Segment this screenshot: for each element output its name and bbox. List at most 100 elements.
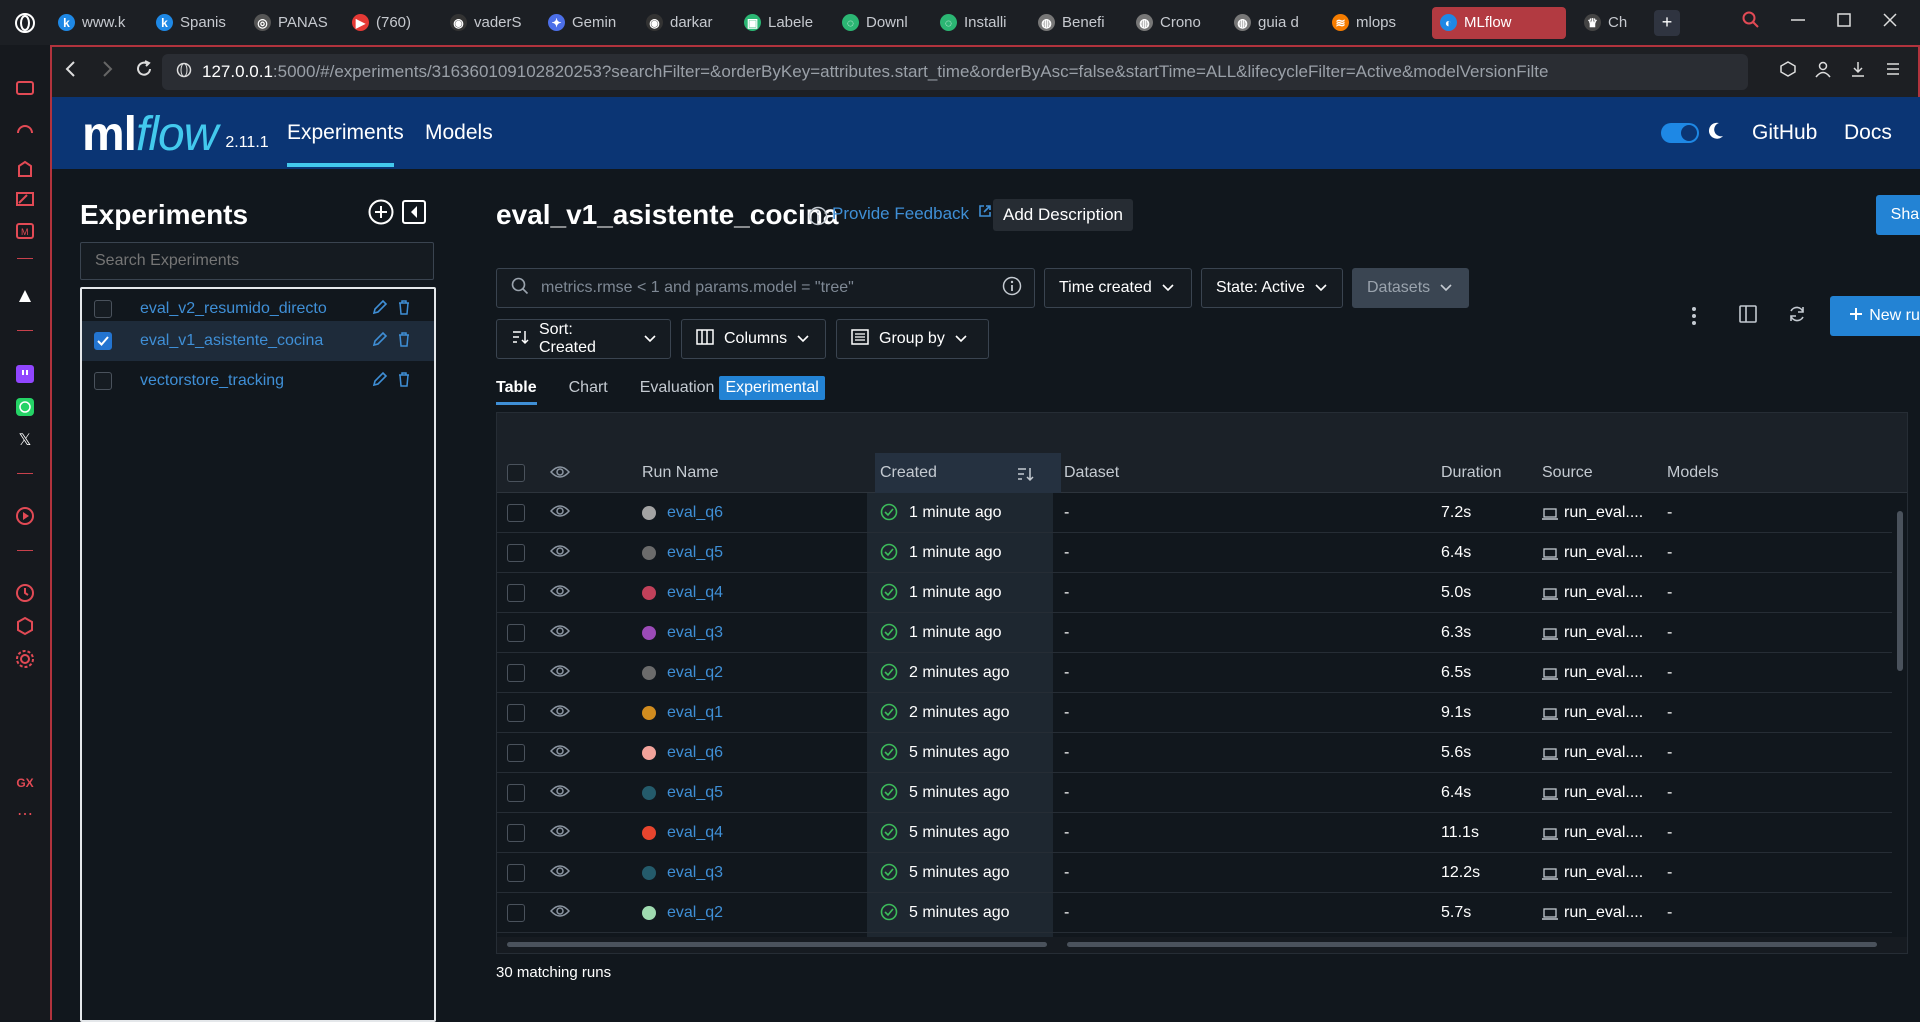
runs-search-box[interactable]	[496, 268, 1035, 308]
toggle-side-panel-icon[interactable]	[1738, 304, 1758, 329]
row-checkbox[interactable]	[507, 624, 525, 642]
news-icon[interactable]	[14, 188, 36, 210]
row-checkbox[interactable]	[507, 544, 525, 562]
row-checkbox[interactable]	[507, 584, 525, 602]
scrollbar-thumb[interactable]	[1897, 511, 1903, 671]
run-color-dot[interactable]	[642, 866, 656, 880]
source-cell[interactable]: run_eval....	[1564, 784, 1643, 802]
edit-icon[interactable]	[372, 299, 388, 320]
row-checkbox[interactable]	[507, 824, 525, 842]
eye-icon[interactable]	[549, 784, 571, 803]
source-cell[interactable]: run_eval....	[1564, 624, 1643, 642]
minimize-icon[interactable]	[1790, 12, 1806, 33]
browser-tab[interactable]: ✦ Gemin	[540, 7, 638, 39]
table-row[interactable]: eval_q1 2 minutes ago - 9.1s run_eval.... -	[497, 693, 1892, 733]
browser-tab[interactable]: ◍ Crono	[1128, 7, 1226, 39]
source-cell[interactable]: run_eval....	[1564, 704, 1643, 722]
mlflow-logo[interactable]: ml flow 2.11.1	[82, 107, 269, 162]
run-name-link[interactable]: eval_q6	[667, 504, 723, 522]
twitch-icon[interactable]	[14, 363, 36, 385]
time-created-dropdown[interactable]: Time created	[1044, 268, 1192, 308]
browser-tab[interactable]: ◉ darkar	[638, 7, 736, 39]
eye-icon[interactable]	[549, 465, 571, 484]
datasets-dropdown[interactable]: Datasets	[1352, 268, 1469, 308]
source-cell[interactable]: run_eval....	[1564, 504, 1643, 522]
refresh-icon[interactable]	[1787, 304, 1807, 329]
browser-tab[interactable]: ◎ PANAS	[246, 7, 344, 39]
sort-dropdown[interactable]: Sort: Created	[496, 319, 671, 359]
easy-setup-icon[interactable]	[1884, 60, 1902, 83]
run-name-link[interactable]: eval_q1	[667, 704, 723, 722]
browser-tab[interactable]: ◉ vaderS	[442, 7, 540, 39]
eye-icon[interactable]	[549, 824, 571, 843]
run-color-dot[interactable]	[642, 786, 656, 800]
more-options-icon[interactable]	[1691, 306, 1697, 331]
delete-icon[interactable]	[397, 331, 411, 352]
nav-experiments[interactable]: Experiments	[287, 121, 404, 145]
source-cell[interactable]: run_eval....	[1564, 584, 1643, 602]
header-dataset[interactable]: Dataset	[1064, 464, 1119, 482]
source-cell[interactable]: run_eval....	[1564, 744, 1643, 762]
run-name-link[interactable]: eval_q3	[667, 624, 723, 642]
tab-chart[interactable]: Chart	[569, 379, 608, 405]
gx-label[interactable]: GX	[14, 772, 36, 794]
player-icon[interactable]	[14, 505, 36, 527]
scrollbar-thumb[interactable]	[507, 942, 1047, 947]
run-name-link[interactable]: eval_q3	[667, 864, 723, 882]
header-duration[interactable]: Duration	[1441, 464, 1501, 482]
download-icon[interactable]	[1849, 60, 1867, 83]
mail-icon[interactable]: M	[14, 220, 36, 242]
header-run-name[interactable]: Run Name	[642, 464, 718, 482]
table-row[interactable]: eval_q2 5 minutes ago - 5.7s run_eval.... -	[497, 893, 1892, 933]
eye-icon[interactable]	[549, 904, 571, 923]
browser-tab-mlflow[interactable]: ◐ MLflow	[1432, 6, 1566, 39]
browser-tab[interactable]: ◍ Benefi	[1030, 7, 1128, 39]
browser-tab[interactable]: k Spanis	[148, 7, 246, 39]
row-checkbox[interactable]	[507, 704, 525, 722]
experiment-item[interactable]: vectorstore_tracking	[82, 361, 434, 401]
run-color-dot[interactable]	[642, 666, 656, 680]
nav-models[interactable]: Models	[425, 121, 493, 145]
eye-icon[interactable]	[549, 704, 571, 723]
scrollbar-thumb[interactable]	[1067, 942, 1877, 947]
run-color-dot[interactable]	[642, 906, 656, 920]
tab-evaluation[interactable]: Evaluation	[640, 379, 715, 405]
vertical-scrollbar[interactable]	[1895, 493, 1905, 939]
reload-icon[interactable]	[134, 58, 154, 85]
maximize-icon[interactable]	[1836, 12, 1852, 33]
table-row[interactable]: eval_q5 1 minute ago - 6.4s run_eval.... -	[497, 533, 1892, 573]
source-cell[interactable]: run_eval....	[1564, 544, 1643, 562]
url-field[interactable]: 127.0.0.1 :5000/#/experiments/3163601091…	[162, 54, 1748, 90]
run-color-dot[interactable]	[642, 706, 656, 720]
source-cell[interactable]: run_eval....	[1564, 864, 1643, 882]
share-button[interactable]: Share	[1876, 195, 1920, 235]
run-color-dot[interactable]	[642, 506, 656, 520]
header-source[interactable]: Source	[1542, 464, 1593, 482]
row-checkbox[interactable]	[507, 864, 525, 882]
search-help-icon[interactable]	[1002, 276, 1022, 301]
row-checkbox[interactable]	[507, 744, 525, 762]
columns-dropdown[interactable]: Columns	[681, 319, 826, 359]
experiment-name[interactable]: eval_v2_resumido_directo	[140, 300, 327, 318]
new-run-button[interactable]: New run	[1830, 296, 1920, 336]
workspace-icon[interactable]	[14, 285, 36, 307]
eye-icon[interactable]	[549, 504, 571, 523]
group-by-dropdown[interactable]: Group by	[836, 319, 989, 359]
browser-tab-extra[interactable]: ♛ Ch	[1576, 7, 1646, 39]
aria-icon[interactable]	[14, 77, 36, 99]
add-description-button[interactable]: Add Description	[993, 199, 1134, 231]
experiment-name[interactable]: vectorstore_tracking	[140, 372, 284, 390]
eye-icon[interactable]	[549, 864, 571, 883]
dark-mode-toggle[interactable]	[1661, 123, 1699, 143]
table-row[interactable]: eval_q3 5 minutes ago - 12.2s run_eval.... -	[497, 853, 1892, 893]
wallet-icon[interactable]	[1779, 60, 1797, 83]
run-name-link[interactable]: eval_q5	[667, 544, 723, 562]
collapse-sidebar-icon[interactable]	[401, 199, 427, 230]
table-row[interactable]: eval_q6 1 minute ago - 7.2s run_eval.... -	[497, 493, 1892, 533]
search-experiments-input[interactable]	[80, 242, 434, 280]
row-checkbox[interactable]	[507, 664, 525, 682]
settings-icon[interactable]	[14, 648, 36, 670]
eye-icon[interactable]	[549, 624, 571, 643]
row-checkbox[interactable]	[507, 904, 525, 922]
history-icon[interactable]	[14, 582, 36, 604]
